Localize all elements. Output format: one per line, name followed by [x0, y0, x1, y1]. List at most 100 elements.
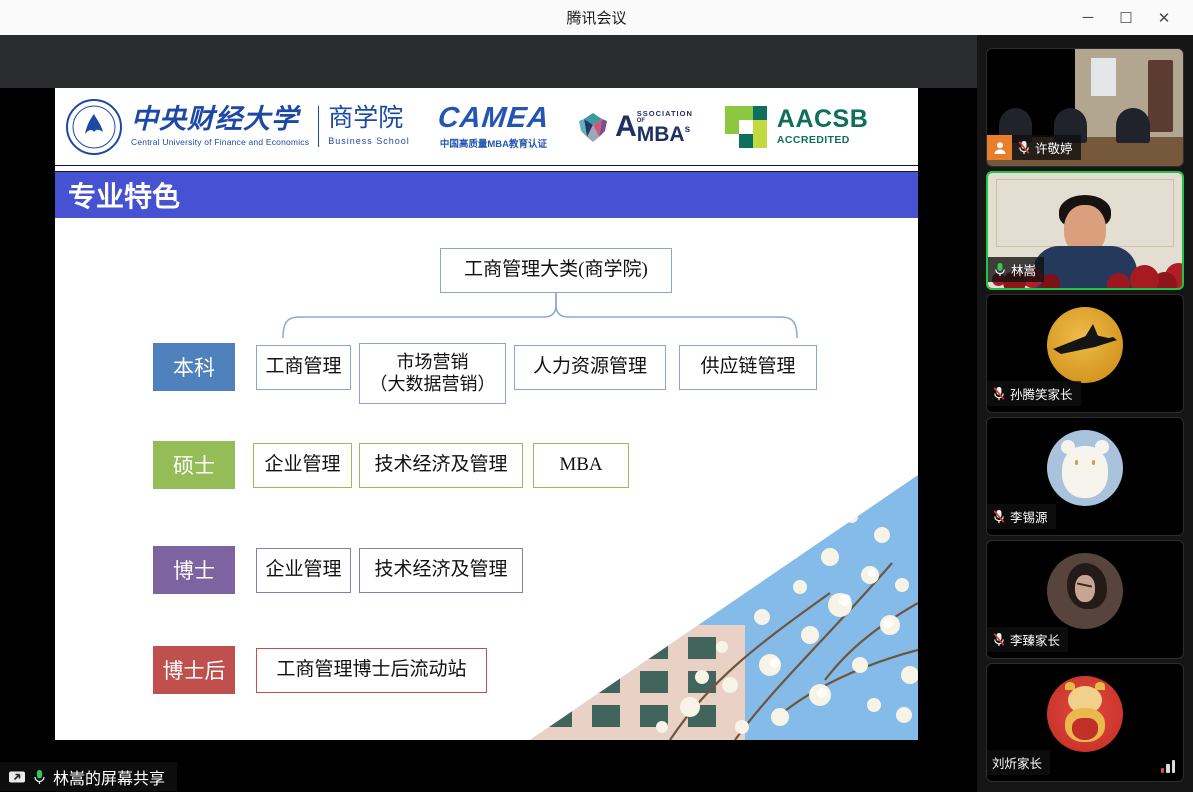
white-bear-avatar: [1047, 430, 1123, 506]
camea-subtitle: 中国高质量MBA教育认证: [440, 136, 547, 150]
jet-on-moon-avatar: [1047, 307, 1123, 383]
aacsb-logo: AACSB ACCREDITED: [723, 104, 868, 150]
cufe-school-en: Business School: [328, 136, 410, 146]
chart-node-label: 工商管理: [265, 356, 341, 379]
participant-tile-suntengxiao[interactable]: 孙腾笑家长: [986, 294, 1184, 413]
participants-sidebar: 许敬婷 林嵩: [977, 35, 1193, 792]
slide-logo-bar: 中央财经大学 Central University of Finance and…: [55, 88, 918, 166]
chart-node: 企业管理: [256, 548, 351, 593]
window-titlebar: 腾讯会议 ─ ☐ ✕: [0, 0, 1193, 35]
mic-muted-icon: [992, 632, 1006, 647]
participant-tile-liuxin[interactable]: 刘炘家长: [986, 663, 1184, 782]
cufe-name-cn: 中央财经大学: [131, 106, 309, 133]
amba-diamond-icon: [575, 111, 611, 143]
participant-name: 刘炘家长: [992, 753, 1042, 772]
window-title: 腾讯会议: [566, 7, 626, 28]
stage-top-strip: [0, 35, 977, 88]
amba-logo: A SSOCIATION OF MBA s: [575, 109, 693, 145]
chart-node-label: 市场营销: [397, 352, 469, 374]
cufe-name-en: Central University of Finance and Econom…: [131, 137, 309, 147]
host-role-icon: [987, 135, 1012, 160]
chart-root-node: 工商管理大类(商学院): [440, 248, 672, 293]
chart-node-label: 人力资源管理: [533, 356, 647, 379]
mic-muted-icon: [992, 509, 1006, 524]
camea-title: CAMEA: [436, 104, 550, 133]
level-label-undergraduate: 本科: [153, 343, 235, 391]
bear-eye: [1092, 460, 1095, 465]
level-text: 博士: [173, 555, 215, 585]
presentation-slide: 中央财经大学 Central University of Finance and…: [55, 88, 918, 740]
level-label-master: 硕士: [153, 441, 235, 489]
participant-badge: 李锡源: [987, 504, 1056, 529]
chart-node-label: 企业管理: [264, 454, 340, 477]
chart-node-label: （大数据营销）: [370, 374, 496, 396]
aacsb-squares-icon: [723, 104, 769, 150]
cufe-logo-text: 中央财经大学 Central University of Finance and…: [131, 106, 410, 147]
chart-node: 工商管理: [256, 345, 351, 390]
participant-badge: 孙腾笑家长: [987, 381, 1081, 406]
aacsb-title: AACSB: [777, 107, 868, 132]
bear-body: [1062, 446, 1108, 498]
chart-node-label: 工商管理博士后流动站: [276, 659, 466, 682]
close-button[interactable]: ✕: [1145, 0, 1183, 35]
level-text: 博士后: [163, 655, 226, 685]
golden-ox-avatar: [1047, 676, 1123, 752]
mic-on-icon: [32, 769, 47, 785]
chart-node-label: 技术经济及管理: [374, 454, 507, 477]
chart-node: 技术经济及管理: [359, 548, 523, 593]
participant-name: 孙腾笑家长: [1010, 384, 1073, 403]
chart-node-label: 技术经济及管理: [374, 559, 507, 582]
level-text: 本科: [173, 352, 215, 382]
chart-node: 工商管理博士后流动站: [256, 648, 487, 693]
chart-node-label: 供应链管理: [700, 356, 795, 379]
cufe-seal-icon: [65, 98, 123, 156]
mic-on-icon: [993, 262, 1007, 277]
participant-badge: 李臻家长: [987, 627, 1068, 652]
participant-name: 李臻家长: [1010, 630, 1060, 649]
participant-tile-linsong[interactable]: 林嵩: [986, 171, 1184, 290]
participant-name: 林嵩: [1011, 260, 1036, 279]
chart-node: 企业管理: [253, 443, 352, 488]
level-text: 硕士: [173, 450, 215, 480]
cufe-divider: [318, 106, 319, 147]
room-door: [1148, 60, 1173, 133]
participant-badge: 刘炘家长: [987, 750, 1050, 775]
participant-tile-xujingting[interactable]: 许敬婷: [986, 48, 1184, 167]
level-label-doctoral: 博士: [153, 546, 235, 594]
cufe-school-cn: 商学院: [328, 106, 410, 131]
portrait-face: [1075, 575, 1095, 602]
mic-muted-icon: [1017, 140, 1031, 155]
amba-mba: MBA: [637, 124, 685, 145]
chart-node: MBA: [533, 443, 629, 488]
screen-share-indicator: 林嵩的屏幕共享: [0, 762, 177, 791]
chart-node: 技术经济及管理: [359, 443, 523, 488]
bear-eye: [1075, 460, 1078, 465]
participant-name: 李锡源: [1010, 507, 1048, 526]
magnolia-photo-decoration: [530, 475, 918, 740]
window-controls: ─ ☐ ✕: [1069, 0, 1183, 35]
chart-node: 市场营销 （大数据营销）: [359, 343, 506, 404]
chart-node: 供应链管理: [679, 345, 817, 390]
camea-logo: CAMEA 中国高质量MBA教育认证: [438, 104, 549, 150]
chart-node: 人力资源管理: [514, 345, 666, 390]
aacsb-subtitle: ACCREDITED: [777, 134, 868, 146]
speaker-shirt: [1033, 246, 1137, 288]
amba-s: s: [685, 124, 691, 135]
chart-connector-bracket: [275, 293, 805, 339]
participant-tile-lixiyuan[interactable]: 李锡源: [986, 417, 1184, 536]
screen-share-label: 林嵩的屏幕共享: [53, 765, 165, 789]
participant-tile-lizhen[interactable]: 李臻家长: [986, 540, 1184, 659]
participant-badge: 许敬婷: [987, 135, 1081, 160]
amba-letter-a: A: [615, 113, 637, 140]
room-poster: [1091, 58, 1116, 95]
participant-badge: 林嵩: [988, 257, 1044, 282]
weak-signal-icon: [1161, 760, 1176, 773]
maximize-button[interactable]: ☐: [1107, 0, 1145, 35]
participant-name: 许敬婷: [1035, 138, 1073, 157]
slide-section-banner: 专业特色: [55, 171, 918, 218]
chart-node-label: 企业管理: [265, 559, 341, 582]
slide-section-title: 专业特色: [55, 175, 180, 215]
chart-root-label: 工商管理大类(商学院): [464, 259, 648, 282]
shared-screen-stage: 中央财经大学 Central University of Finance and…: [0, 35, 977, 792]
minimize-button[interactable]: ─: [1069, 0, 1107, 35]
